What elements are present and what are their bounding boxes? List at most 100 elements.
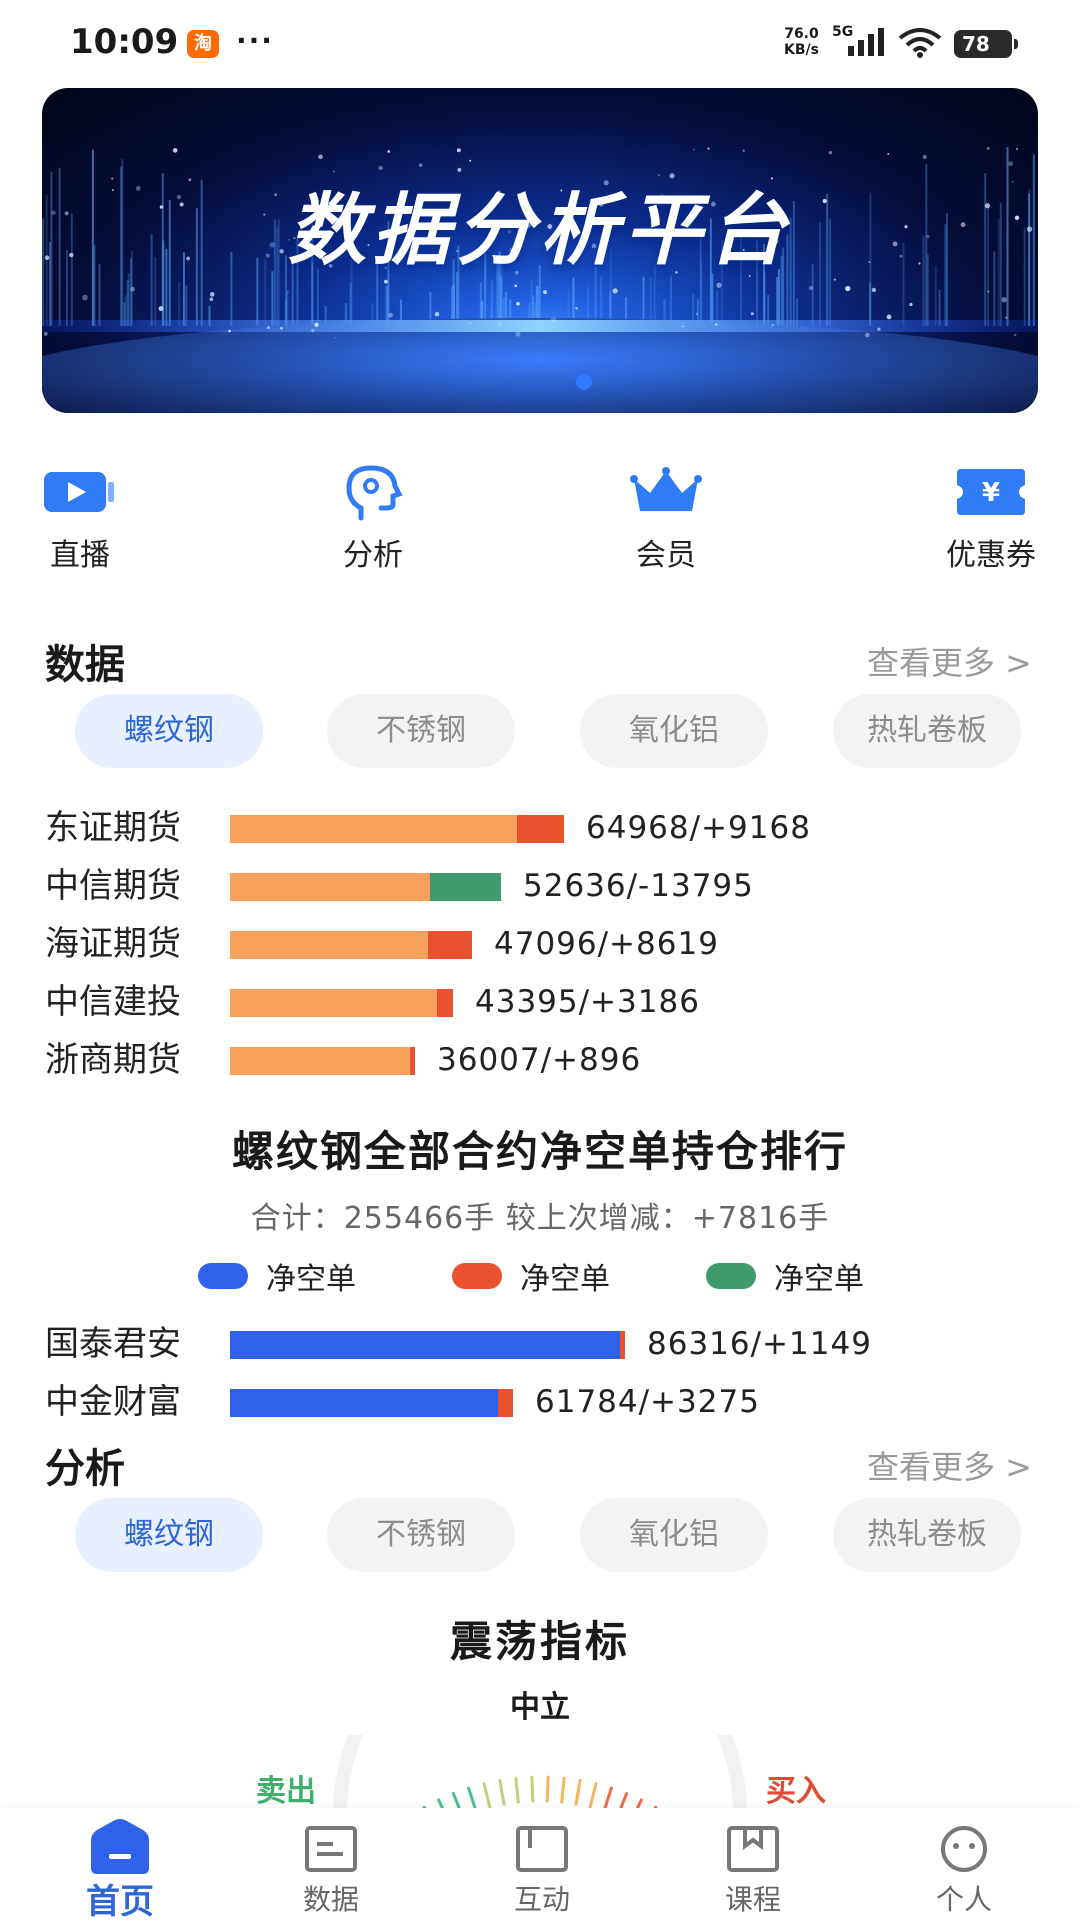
bar-base-segment xyxy=(230,1389,498,1417)
nav-label: 个人 xyxy=(935,1883,992,1916)
bar-change-segment xyxy=(620,1331,625,1359)
position-row: 国泰君安 86316/+1149 xyxy=(45,1322,1045,1366)
live-video-icon xyxy=(40,462,120,522)
quick-action-label: 分析 xyxy=(343,538,403,573)
nav-data[interactable]: 数据 xyxy=(261,1818,401,1918)
course-bookmark-icon xyxy=(683,1818,823,1874)
gauge-tick xyxy=(530,1775,535,1803)
legend-label: 净空单 xyxy=(266,1262,356,1297)
chip-rebar[interactable]: 螺纹钢 xyxy=(75,694,263,768)
quick-action-label: 优惠券 xyxy=(946,538,1036,573)
position-bar xyxy=(230,815,564,843)
position-bar xyxy=(230,989,453,1017)
broker-name: 中信建投 xyxy=(45,982,181,1022)
bar-base-segment xyxy=(230,815,517,843)
position-row: 海证期货 47096/+8619 xyxy=(45,922,1045,966)
quick-action-analysis[interactable]: 分析 xyxy=(298,462,448,582)
quick-action-live[interactable]: 直播 xyxy=(5,462,155,582)
bar-change-segment xyxy=(430,873,501,901)
taobao-notification-icon: 淘 xyxy=(187,30,219,58)
home-icon xyxy=(50,1818,190,1874)
more-notifications-icon: ··· xyxy=(236,24,274,57)
position-value: 86316/+1149 xyxy=(647,1326,872,1362)
analysis-section-title: 分析 xyxy=(45,1446,125,1492)
legend-item: 净空单 xyxy=(198,1256,356,1297)
profile-face-icon xyxy=(894,1818,1034,1874)
chip-stainless[interactable]: 不锈钢 xyxy=(327,694,515,768)
nav-label: 首页 xyxy=(86,1882,154,1920)
gauge-tick xyxy=(514,1776,520,1804)
wifi-icon xyxy=(898,28,942,58)
position-bar xyxy=(230,1331,625,1359)
gauge-tick xyxy=(498,1778,506,1806)
gauge-tick xyxy=(560,1776,566,1804)
data-doc-icon xyxy=(261,1818,401,1874)
quick-action-label: 直播 xyxy=(50,538,110,573)
banner-page-indicator xyxy=(576,374,592,390)
quick-action-member[interactable]: 会员 xyxy=(591,462,741,582)
position-row: 中金财富 61784/+3275 xyxy=(45,1380,1045,1424)
bar-change-segment xyxy=(410,1047,415,1075)
buy-label: 买入 xyxy=(766,1774,826,1809)
position-bar xyxy=(230,873,501,901)
nav-label: 数据 xyxy=(302,1883,359,1916)
chip-alumina[interactable]: 氧化铝 xyxy=(580,694,768,768)
quick-action-label: 会员 xyxy=(636,538,696,573)
nav-course[interactable]: 课程 xyxy=(683,1818,823,1918)
status-bar: 10:09 淘 ··· 76.0 KB/s 5G 78 xyxy=(0,0,1080,86)
gauge-tick xyxy=(482,1782,492,1809)
position-row: 浙商期货 36007/+896 xyxy=(45,1038,1045,1082)
bottom-nav: 首页 数据 互动 课程 个人 xyxy=(0,1808,1080,1920)
position-row: 中信建投 43395/+3186 xyxy=(45,980,1045,1024)
network-speed: 76.0 KB/s xyxy=(784,26,819,58)
svg-text:¥: ¥ xyxy=(982,478,1000,508)
bar-change-segment xyxy=(437,989,453,1017)
battery-icon: 78 xyxy=(954,30,1018,58)
chip-scroll-fade xyxy=(1040,1495,1080,1575)
bar-base-segment xyxy=(230,989,437,1017)
chip-stainless[interactable]: 不锈钢 xyxy=(327,1498,515,1572)
chip-hot-rolled-coil[interactable]: 热轧卷板 xyxy=(833,1498,1021,1572)
data-more-link[interactable]: 查看更多 > xyxy=(867,638,1032,684)
bar-base-segment xyxy=(230,1047,410,1075)
broker-name: 中金财富 xyxy=(45,1382,181,1422)
position-row: 东证期货 64968/+9168 xyxy=(45,806,1045,850)
coupon-icon: ¥ xyxy=(951,462,1031,522)
crown-icon xyxy=(626,462,706,522)
rank-summary: 合计：255466手 较上次增减：+7816手 xyxy=(250,1201,830,1236)
position-value: 47096/+8619 xyxy=(494,926,719,962)
bar-change-segment xyxy=(428,931,472,959)
chip-rebar[interactable]: 螺纹钢 xyxy=(75,1498,263,1572)
broker-name: 浙商期货 xyxy=(45,1040,181,1080)
chip-hot-rolled-coil[interactable]: 热轧卷板 xyxy=(833,694,1021,768)
legend-swatch xyxy=(452,1263,502,1289)
position-value: 36007/+896 xyxy=(437,1042,642,1078)
nav-label: 课程 xyxy=(724,1883,781,1916)
legend-label: 净空单 xyxy=(774,1262,864,1297)
analysis-more-link[interactable]: 查看更多 > xyxy=(867,1442,1032,1488)
bar-change-segment xyxy=(498,1389,513,1417)
chip-alumina[interactable]: 氧化铝 xyxy=(580,1498,768,1572)
banner[interactable]: 数据分析平台 xyxy=(42,88,1038,413)
broker-name: 东证期货 xyxy=(45,808,181,848)
nav-label: 互动 xyxy=(513,1883,570,1916)
bar-base-segment xyxy=(230,931,428,959)
gauge-tick xyxy=(588,1782,598,1809)
interact-icon xyxy=(472,1818,612,1874)
data-section-title: 数据 xyxy=(45,642,125,688)
quick-action-coupon[interactable]: ¥ 优惠券 xyxy=(916,462,1066,582)
oscillator-gauge xyxy=(333,1735,747,1815)
status-time: 10:09 xyxy=(70,22,179,62)
gauge-tick xyxy=(574,1778,582,1806)
position-value: 43395/+3186 xyxy=(475,984,700,1020)
legend-item: 净空单 xyxy=(706,1256,864,1297)
nav-home[interactable]: 首页 xyxy=(50,1818,190,1920)
oscillator-state: 中立 xyxy=(510,1690,570,1725)
nav-interact[interactable]: 互动 xyxy=(472,1818,612,1918)
nav-profile[interactable]: 个人 xyxy=(894,1818,1034,1918)
position-row: 中信期货 52636/-13795 xyxy=(45,864,1045,908)
signal-icon xyxy=(848,28,884,56)
sell-label: 卖出 xyxy=(256,1774,316,1809)
bar-base-segment xyxy=(230,873,430,901)
position-value: 64968/+9168 xyxy=(586,810,811,846)
